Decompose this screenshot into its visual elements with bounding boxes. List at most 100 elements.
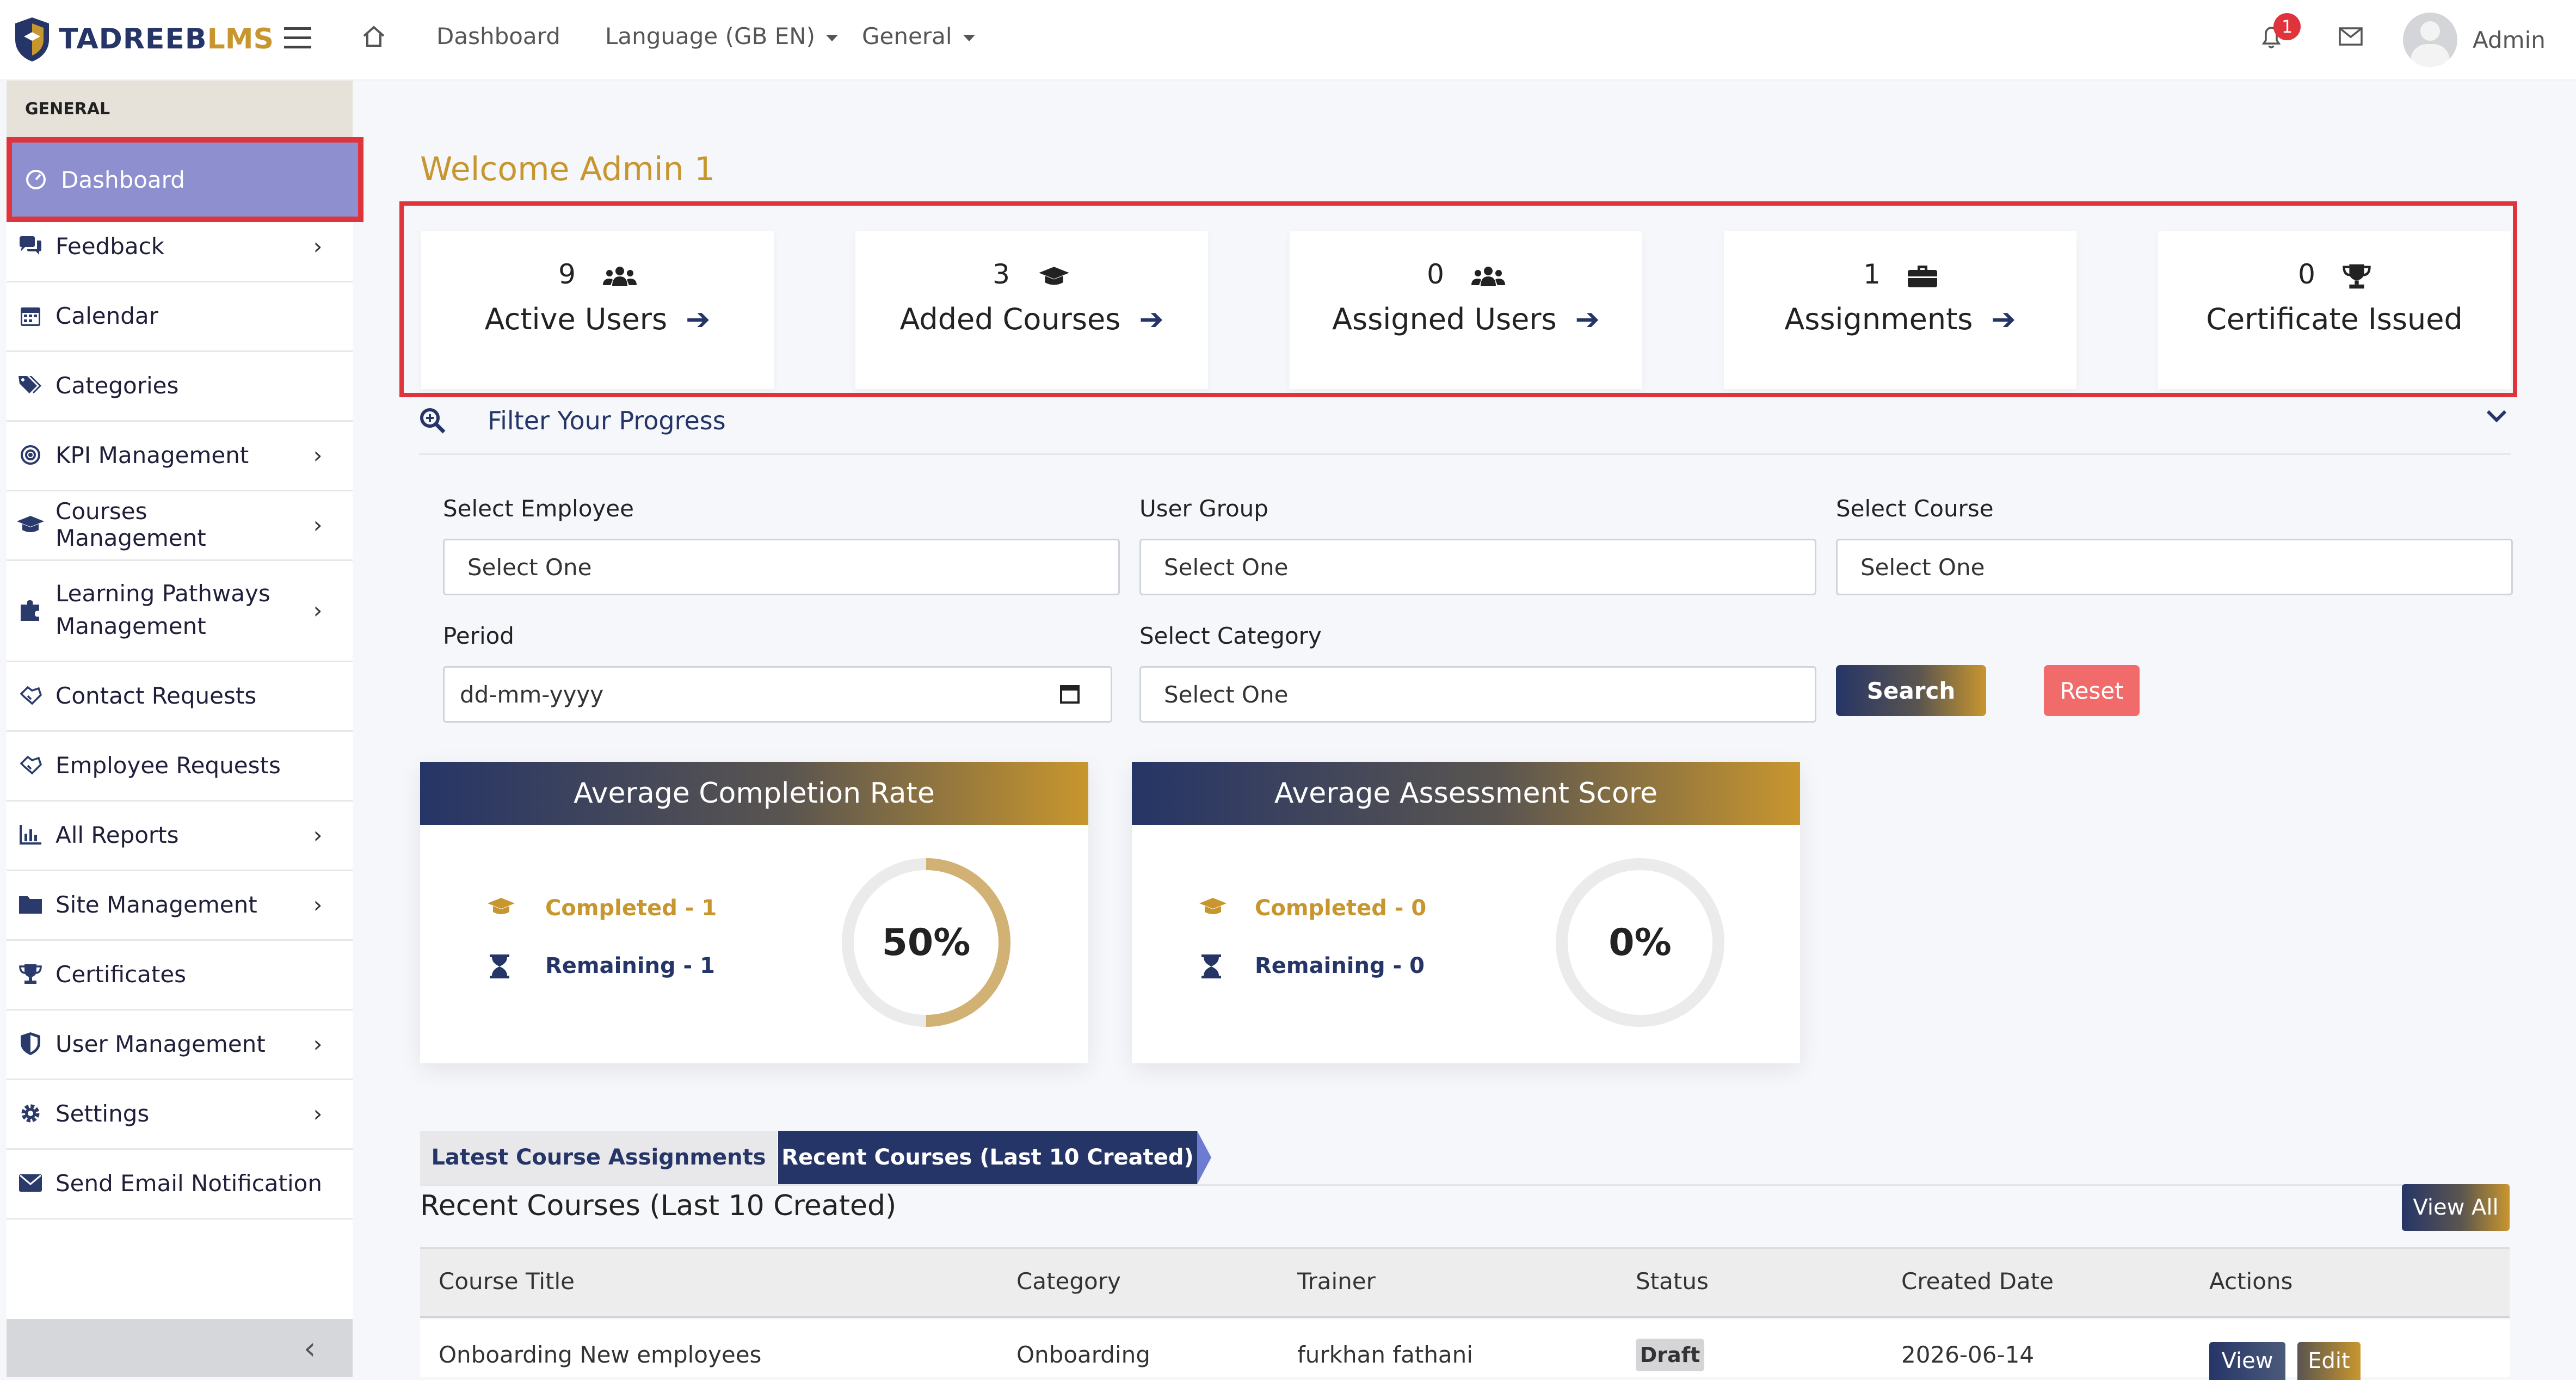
sidebar-item-user-management[interactable]: User Management › <box>7 1009 353 1080</box>
target-icon <box>14 444 47 466</box>
stat-card-assignments[interactable]: 1 Assignments ➔ <box>1724 231 2076 389</box>
sidebar-item-all-reports[interactable]: All Reports › <box>7 800 353 871</box>
sidebar-item-label: Contact Requests <box>56 682 257 709</box>
sidebar-item-label: Settings <box>56 1100 150 1127</box>
chevron-down-icon <box>2486 410 2507 423</box>
stat-card-assigned-users[interactable]: 0 Assigned Users ➔ <box>1290 231 1642 389</box>
envelope-icon <box>14 1174 47 1192</box>
sidebar-item-label: User Management <box>56 1030 266 1057</box>
gear-icon <box>14 1102 47 1124</box>
graduation-cap-icon <box>14 515 47 534</box>
stat-card-certificate-issued[interactable]: 0 Certificate Issued <box>2158 231 2511 389</box>
sidebar-item-courses-management[interactable]: Courses Management › <box>7 490 353 561</box>
completion-rate-title: Average Completion Rate <box>420 762 1088 825</box>
user-menu[interactable]: Admin <box>2403 10 2546 70</box>
search-button[interactable]: Search <box>1836 665 1986 716</box>
period-date-input[interactable]: dd-mm-yyyy <box>443 666 1112 723</box>
search-plus-icon <box>420 408 446 434</box>
reset-button[interactable]: Reset <box>2044 665 2140 716</box>
sidebar-item-categories[interactable]: Categories <box>7 350 353 422</box>
sidebar-item-calendar[interactable]: Calendar <box>7 281 353 352</box>
period-placeholder: dd-mm-yyyy <box>460 681 604 708</box>
sidebar-item-label: Site Management <box>56 891 257 918</box>
arrow-right-icon[interactable]: ➔ <box>686 302 710 336</box>
hamburger-menu-icon[interactable] <box>284 27 311 51</box>
shield-icon <box>14 1032 47 1055</box>
sidebar-item-certificates[interactable]: Certificates <box>7 939 353 1011</box>
sidebar-item-label: Dashboard <box>61 166 185 193</box>
sidebar-item-label: KPI Management <box>56 441 249 469</box>
remaining-count: Remaining - 0 <box>1255 953 1425 978</box>
chevron-down-icon <box>963 34 975 41</box>
handshake-icon <box>14 685 47 706</box>
sidebar-item-label: Feedback <box>56 232 165 260</box>
sidebar-item-settings[interactable]: Settings › <box>7 1079 353 1150</box>
graduation-cap-icon <box>1199 898 1227 914</box>
tab-recent-courses[interactable]: Recent Courses (Last 10 Created) <box>778 1131 1197 1184</box>
edit-button[interactable]: Edit <box>2297 1342 2361 1380</box>
stat-label: Assignments <box>1784 302 1973 336</box>
notification-bell[interactable]: 1 <box>2259 13 2301 52</box>
view-button[interactable]: View <box>2209 1342 2285 1380</box>
sidebar-item-send-email-notification[interactable]: Send Email Notification <box>7 1148 353 1219</box>
remaining-count: Remaining - 1 <box>545 953 715 978</box>
user-name: Admin <box>2473 26 2546 53</box>
select-employee-value: Select One <box>467 553 592 581</box>
sidebar-item-kpi-management[interactable]: KPI Management › <box>7 420 353 491</box>
stat-card-active-users[interactable]: 9 Active Users ➔ <box>421 231 774 389</box>
tab-latest-course-assignments[interactable]: Latest Course Assignments <box>420 1131 777 1184</box>
language-dropdown[interactable]: Language (GB EN) <box>605 23 839 50</box>
column-header-created-date: Created Date <box>1901 1268 2054 1295</box>
completed-count: Completed - 0 <box>1255 896 1427 921</box>
filter-header[interactable]: Filter Your Progress <box>419 405 2511 455</box>
language-label: Language (GB EN) <box>605 23 816 50</box>
chevron-right-icon: › <box>313 441 323 469</box>
top-bar: TADREEB LMS Dashboard Language (GB EN) Ge… <box>0 0 2576 81</box>
select-course-dropdown[interactable]: Select One <box>1836 539 2513 595</box>
general-label: General <box>862 23 952 50</box>
nav-dashboard-link[interactable]: Dashboard <box>436 23 560 50</box>
mail-icon[interactable] <box>2339 27 2363 48</box>
shield-logo-icon <box>15 17 49 61</box>
assessment-percent: 0% <box>1609 921 1672 964</box>
sidebar-item-employee-requests[interactable]: Employee Requests <box>7 730 353 802</box>
status-badge: Draft <box>1636 1339 1704 1371</box>
chevron-right-icon: › <box>313 511 323 538</box>
sidebar-item-label: Employee Requests <box>56 751 281 779</box>
trophy-icon <box>14 963 47 985</box>
dashboard-icon <box>20 169 52 190</box>
sidebar-item-feedback[interactable]: Feedback › <box>7 211 353 282</box>
assessment-score-title: Average Assessment Score <box>1132 762 1800 825</box>
sidebar-item-site-management[interactable]: Site Management › <box>7 870 353 941</box>
arrow-right-icon[interactable]: ➔ <box>1139 302 1163 336</box>
sidebar-collapse-bar[interactable]: ‹ <box>7 1319 353 1377</box>
user-group-dropdown[interactable]: Select One <box>1139 539 1816 595</box>
general-dropdown[interactable]: General <box>862 23 975 50</box>
tab-active-indicator <box>1197 1131 1211 1184</box>
tab-divider <box>420 1184 2510 1186</box>
table-header <box>420 1247 2510 1318</box>
graduation-cap-icon <box>488 898 515 914</box>
period-label: Period <box>443 623 514 649</box>
cell-created-date: 2026-06-14 <box>1901 1341 2035 1368</box>
calendar-icon[interactable] <box>1059 683 1080 705</box>
recent-courses-heading: Recent Courses (Last 10 Created) <box>420 1190 897 1222</box>
stat-value: 0 <box>2298 258 2315 290</box>
arrow-right-icon[interactable]: ➔ <box>1575 302 1600 336</box>
select-employee-dropdown[interactable]: Select One <box>443 539 1120 595</box>
avatar <box>2403 13 2457 67</box>
sidebar-item-dashboard[interactable]: Dashboard <box>7 137 363 222</box>
brand-logo[interactable]: TADREEB LMS <box>13 13 274 65</box>
home-icon[interactable] <box>361 24 386 51</box>
stat-card-added-courses[interactable]: 3 Added Courses ➔ <box>855 231 1208 389</box>
sidebar-item-contact-requests[interactable]: Contact Requests <box>7 661 353 732</box>
select-category-label: Select Category <box>1139 623 1322 649</box>
user-group-label: User Group <box>1139 495 1268 522</box>
select-category-dropdown[interactable]: Select One <box>1139 666 1816 723</box>
view-all-button[interactable]: View All <box>2402 1184 2510 1231</box>
chevron-right-icon: › <box>313 1030 323 1057</box>
users-icon <box>602 266 637 286</box>
sidebar-item-learning-pathways[interactable]: Learning Pathways Management › <box>7 559 353 662</box>
chevron-right-icon: › <box>313 1100 323 1127</box>
arrow-right-icon[interactable]: ➔ <box>1991 302 2016 336</box>
